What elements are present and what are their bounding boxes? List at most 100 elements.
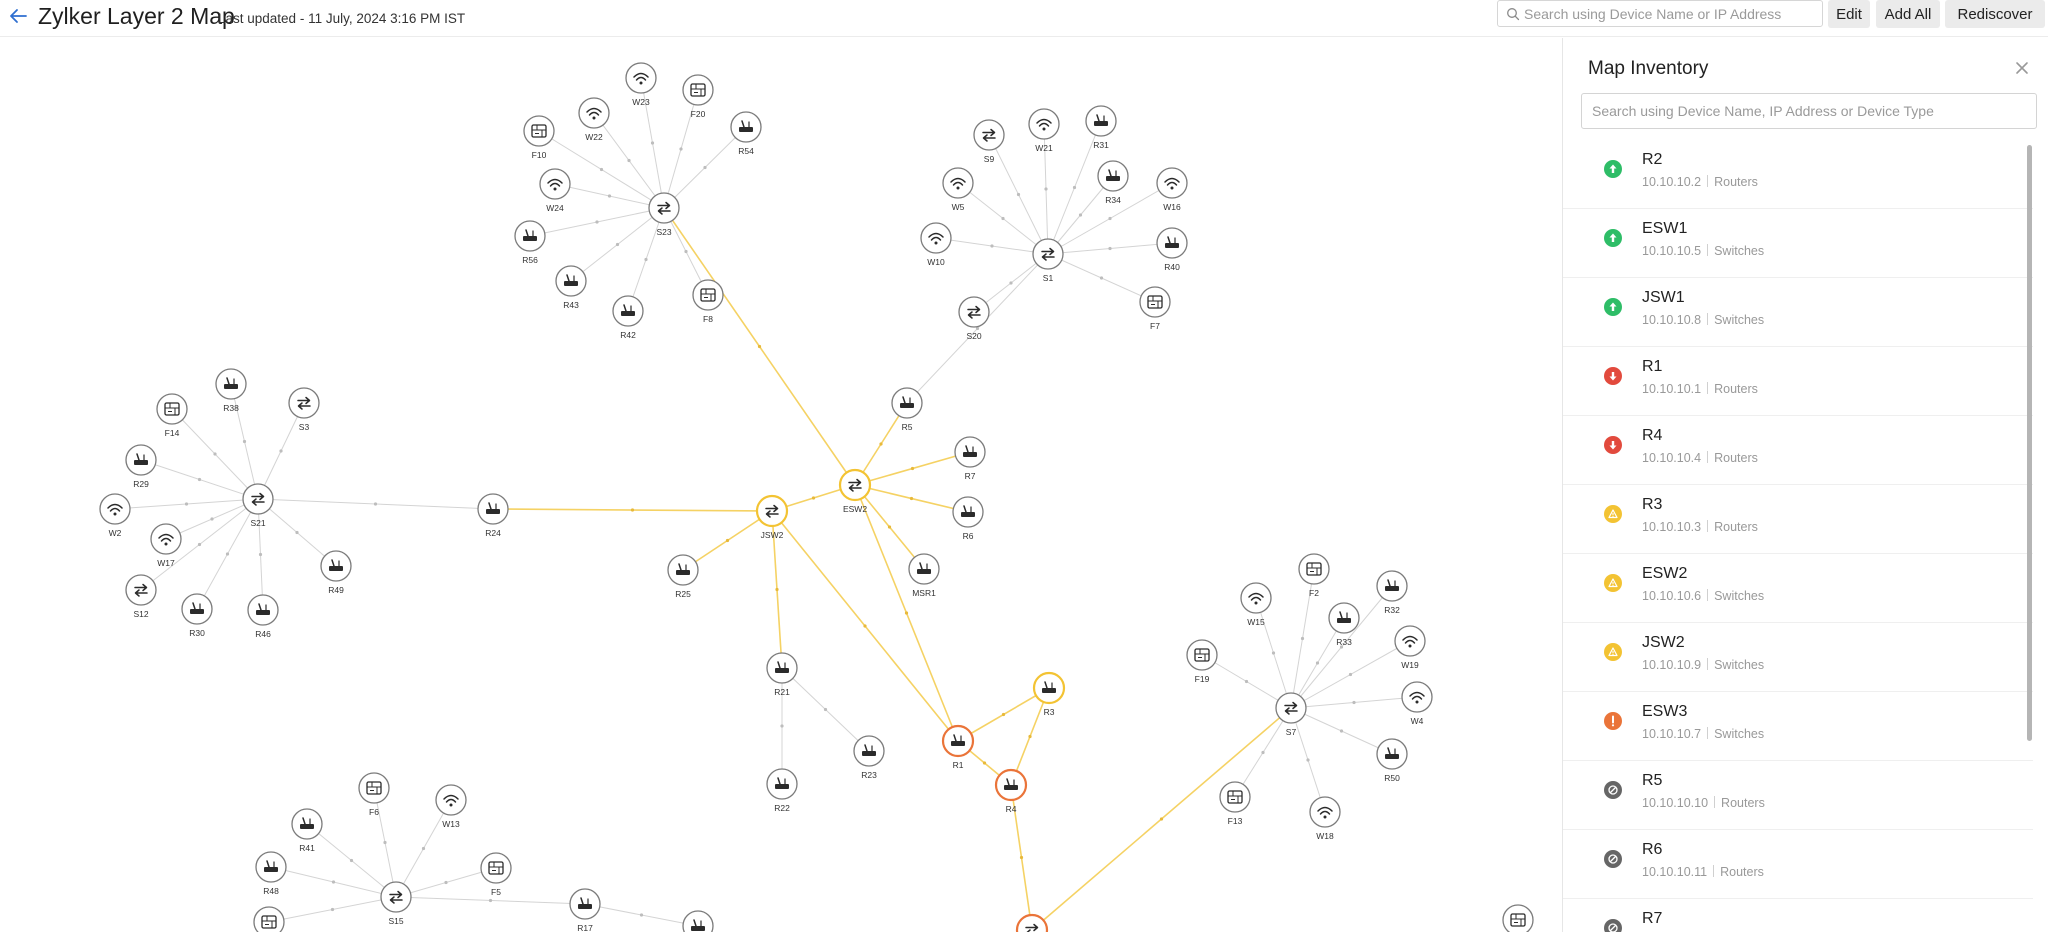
status-warning-icon — [1604, 505, 1622, 523]
map-node-s9[interactable]: S9 — [973, 119, 1005, 164]
map-node-w13[interactable]: W13 — [435, 784, 467, 829]
map-node-r5[interactable]: R5 — [891, 387, 923, 432]
edit-button[interactable]: Edit — [1828, 0, 1870, 28]
map-node-r32[interactable]: R32 — [1376, 570, 1408, 615]
add-all-button[interactable]: Add All — [1876, 0, 1940, 28]
map-node-r31[interactable]: R31 — [1085, 105, 1117, 150]
map-node-f_bl[interactable] — [253, 906, 285, 932]
map-node-esw2[interactable]: ESW2 — [838, 468, 872, 514]
map-node-r6[interactable]: R6 — [952, 496, 984, 541]
inventory-scrollbar[interactable] — [2027, 145, 2032, 741]
map-node-f10[interactable]: F10 — [523, 115, 555, 160]
map-node-s15[interactable]: S15 — [380, 881, 412, 926]
map-node-f14[interactable]: F14 — [156, 393, 188, 438]
map-node-w16[interactable]: W16 — [1156, 167, 1188, 212]
map-node-r25[interactable]: R25 — [667, 554, 699, 599]
inventory-search-input[interactable] — [1592, 98, 2028, 124]
inventory-item-esw2[interactable]: ESW2 10.10.10.6 Switches — [1563, 555, 2033, 623]
map-node-f7[interactable]: F7 — [1139, 286, 1171, 331]
map-node-w15[interactable]: W15 — [1240, 582, 1272, 627]
map-node-f13[interactable]: F13 — [1219, 781, 1251, 826]
map-node-r49[interactable]: R49 — [320, 550, 352, 595]
inventory-item-esw1[interactable]: ESW1 10.10.10.5 Switches — [1563, 210, 2033, 278]
device-meta: 10.10.10.6 Switches — [1642, 589, 1764, 603]
link-S21-R38 — [230, 383, 259, 500]
map-node-r56[interactable]: R56 — [514, 220, 546, 265]
map-node-s20[interactable]: S20 — [958, 296, 990, 341]
map-node-f8[interactable]: F8 — [692, 279, 724, 324]
map-node-w21[interactable]: W21 — [1028, 108, 1060, 153]
map-node-r50[interactable]: R50 — [1376, 738, 1408, 783]
inventory-item-r2[interactable]: R2 10.10.10.2 Routers — [1563, 141, 2033, 209]
map-node-r30[interactable]: R30 — [181, 593, 213, 638]
map-node-f19[interactable]: F19 — [1186, 639, 1218, 684]
device-ip: 10.10.10.8 — [1642, 313, 1702, 327]
map-node-w18[interactable]: W18 — [1309, 796, 1341, 841]
map-node-w23[interactable]: W23 — [625, 62, 657, 107]
map-node-r34[interactable]: R34 — [1097, 160, 1129, 205]
device-type: Switches — [1714, 313, 1765, 327]
map-node-r3[interactable]: R3 — [1032, 671, 1066, 717]
map-node-s12[interactable]: S12 — [125, 574, 157, 619]
map-node-r54[interactable]: R54 — [730, 111, 762, 156]
map-node-r17[interactable]: R17 — [569, 888, 601, 932]
map-node-r46[interactable]: R46 — [247, 594, 279, 639]
map-node-f_br[interactable] — [1502, 904, 1534, 932]
map-node-r4[interactable]: R4 — [994, 768, 1028, 814]
back-arrow-icon[interactable] — [6, 4, 30, 28]
map-node-s23[interactable]: S23 — [648, 192, 680, 237]
map-node-f2[interactable]: F2 — [1298, 553, 1330, 598]
device-search-box[interactable] — [1497, 0, 1823, 27]
link-S7-N_B2 — [1031, 707, 1292, 931]
map-node-w17[interactable]: W17 — [150, 523, 182, 568]
map-node-w22[interactable]: W22 — [578, 97, 610, 142]
inventory-item-r6[interactable]: R6 10.10.10.11 Routers — [1563, 831, 2033, 899]
inventory-item-r3[interactable]: R3 10.10.10.3 Routers — [1563, 486, 2033, 554]
inventory-search-box[interactable] — [1581, 93, 2037, 129]
map-node-w19[interactable]: W19 — [1394, 625, 1426, 670]
map-node-n_b1[interactable] — [682, 910, 714, 932]
map-node-jsw2[interactable]: JSW2 — [755, 494, 789, 540]
map-node-r42[interactable]: R42 — [612, 295, 644, 340]
map-node-w4[interactable]: W4 — [1401, 681, 1433, 726]
map-node-r40[interactable]: R40 — [1156, 227, 1188, 272]
device-type: Routers — [1714, 382, 1758, 396]
map-node-r21[interactable]: R21 — [766, 652, 798, 697]
map-node-w10[interactable]: W10 — [920, 222, 952, 267]
map-node-s21[interactable]: S21 — [242, 483, 274, 528]
map-node-label: W21 — [1035, 143, 1053, 153]
inventory-item-r5[interactable]: R5 10.10.10.10 Routers — [1563, 762, 2033, 830]
map-node-r23[interactable]: R23 — [853, 735, 885, 780]
map-node-f5[interactable]: F5 — [480, 852, 512, 897]
inventory-item-jsw1[interactable]: JSW1 10.10.10.8 Switches — [1563, 279, 2033, 347]
map-node-r22[interactable]: R22 — [766, 768, 798, 813]
map-node-w24[interactable]: W24 — [539, 168, 571, 213]
map-node-w5[interactable]: W5 — [942, 167, 974, 212]
map-node-w2[interactable]: W2 — [99, 493, 131, 538]
map-node-r1[interactable]: R1 — [941, 724, 975, 770]
inventory-item-r7[interactable]: R7 — [1563, 900, 2033, 932]
map-node-r24[interactable]: R24 — [477, 493, 509, 538]
map-node-r43[interactable]: R43 — [555, 265, 587, 310]
map-node-r29[interactable]: R29 — [125, 444, 157, 489]
inventory-item-esw3[interactable]: ESW3 10.10.10.7 Switches — [1563, 693, 2033, 761]
inventory-item-r4[interactable]: R4 10.10.10.4 Routers — [1563, 417, 2033, 485]
map-node-f20[interactable]: F20 — [682, 74, 714, 119]
map-node-s7[interactable]: S7 — [1275, 692, 1307, 737]
map-node-s1[interactable]: S1 — [1032, 238, 1064, 283]
map-node-f6[interactable]: F6 — [358, 772, 390, 817]
map-node-msr1[interactable]: MSR1 — [908, 553, 940, 598]
map-node-r38[interactable]: R38 — [215, 368, 247, 413]
rediscover-button[interactable]: Rediscover — [1945, 0, 2045, 28]
inventory-item-r1[interactable]: R1 10.10.10.1 Routers — [1563, 348, 2033, 416]
map-node-r41[interactable]: R41 — [291, 808, 323, 853]
device-search-input[interactable] — [1524, 2, 1818, 25]
device-type: Routers — [1714, 451, 1758, 465]
map-node-r7[interactable]: R7 — [954, 436, 986, 481]
map-node-r48[interactable]: R48 — [255, 851, 287, 896]
inventory-item-jsw2[interactable]: JSW2 10.10.10.9 Switches — [1563, 624, 2033, 692]
network-map-canvas[interactable]: W23 F20 W22 R54 F10 W24 S23 R56 R43 R42 F8 S9 W21 R31… — [0, 38, 1562, 932]
close-icon[interactable] — [2012, 58, 2032, 78]
map-node-r33[interactable]: R33 — [1328, 602, 1360, 647]
map-node-n_b2[interactable] — [1015, 913, 1049, 932]
